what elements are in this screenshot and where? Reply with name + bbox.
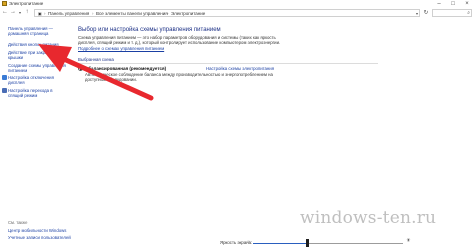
control-panel-window: Электропитание – □ × ← → ▾ ↑ ▣ › Панель … [0,0,474,251]
forward-arrow-icon[interactable]: → [10,9,16,16]
learn-more-link[interactable]: Подробнее о схемах управления питанием [78,46,164,51]
section-label: Выбранная схема [78,57,114,62]
brightness-high-icon: ☀ [406,238,411,244]
plan-description: Автоматическое соблюдение баланса между … [85,72,273,82]
sidebar-item-sleep-line2[interactable]: спящий режим [8,93,37,98]
up-arrow-icon[interactable]: ↑ [24,9,30,16]
search-icon: ⌕ [467,10,470,16]
minimize-button[interactable]: – [432,0,446,8]
sidebar-item-home-line2[interactable]: домашняя страница [8,31,48,36]
breadcrumb-all-items[interactable]: Все элементы панели управления [96,10,168,17]
power-options-icon [2,1,7,6]
back-arrow-icon[interactable]: ← [2,9,8,16]
shield-icon [2,75,7,80]
title-bar: Электропитание – □ × [0,0,474,8]
see-also-user-accounts[interactable]: Учетные записи пользователей [8,235,71,240]
page-title: Выбор или настройка схемы управления пит… [78,27,221,33]
page-description: Схема управления питанием — это набор па… [78,35,281,45]
navigation-bar: ← → ▾ ↑ ▣ › Панель управления › Все элем… [0,8,474,18]
brightness-low-icon: ☼ [246,239,251,245]
recent-locations-chevron-icon[interactable]: ▾ [17,9,23,16]
brightness-slider-fill [253,242,307,244]
plan-name[interactable]: Сбалансированная (рекомендуется) [85,66,166,71]
control-panel-small-icon: ▣ [38,11,42,16]
breadcrumb-separator: › [92,11,94,16]
sidebar: Панель управления — домашняя страница Де… [0,20,78,251]
plan-settings-link[interactable]: Настройка схемы электропитания [206,66,274,71]
breadcrumb-power-options[interactable]: Электропитание [171,10,205,17]
close-button[interactable]: × [460,0,474,8]
breadcrumb-control-panel[interactable]: Панель управления [48,10,89,17]
address-bar[interactable]: ▣ › Панель управления › Все элементы пан… [34,9,420,17]
moon-icon [2,88,7,93]
see-also-heading: См. также [8,220,28,225]
plan-radio-button[interactable] [78,66,83,71]
maximize-button[interactable]: □ [446,0,460,8]
sidebar-item-power-buttons[interactable]: Действия кнопок питания [8,42,59,47]
brightness-slider-track[interactable] [253,242,403,244]
sidebar-item-lid-close-line2[interactable]: крышки [8,55,23,60]
watermark: windows-ten.ru [300,208,437,228]
see-also-mobility-center[interactable]: Центр мобильности Windows [8,228,66,233]
address-dropdown-icon[interactable]: ▾ [416,10,418,17]
brightness-slider-thumb[interactable] [305,239,309,247]
search-input[interactable]: ⌕ [432,9,472,17]
breadcrumb-separator: › [44,11,46,16]
window-title: Электропитание [9,1,44,6]
sidebar-item-display-off-line2[interactable]: дисплея [8,80,25,85]
section-divider [78,63,378,64]
sidebar-item-create-plan-line2[interactable]: питанием [8,68,27,73]
breadcrumb-separator: › [167,11,169,16]
refresh-icon[interactable]: ↻ [422,9,430,17]
